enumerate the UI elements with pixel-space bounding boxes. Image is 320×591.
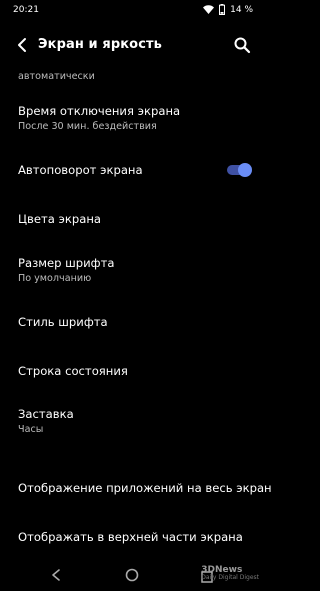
nav-back-icon[interactable] xyxy=(50,567,62,586)
setting-subtitle: После 30 мин. бездействия xyxy=(18,121,157,132)
watermark-logo: 3DNews Daily Digital Digest xyxy=(201,566,259,582)
setting-subtitle: По умолчанию xyxy=(18,273,92,284)
partial-item-subtitle: автоматически xyxy=(18,71,95,82)
setting-top-display[interactable]: Отображать в верхней части экрана xyxy=(18,530,258,544)
back-arrow-icon[interactable] xyxy=(14,37,34,53)
battery-percent: 14 % xyxy=(230,4,253,15)
setting-title: Строка состояния xyxy=(18,364,128,378)
battery-icon xyxy=(219,4,226,15)
setting-title: Время отключения экрана xyxy=(18,104,181,118)
status-icons: 14 % xyxy=(203,4,253,15)
setting-subtitle: Часы xyxy=(18,424,44,435)
setting-fullscreen-apps[interactable]: Отображение приложений на весь экран xyxy=(18,481,272,495)
setting-title: Цвета экрана xyxy=(18,212,102,226)
toolbar: Экран и яркость xyxy=(0,30,265,60)
search-icon[interactable] xyxy=(233,36,251,54)
status-bar: 20:21 14 % xyxy=(0,0,265,20)
setting-font-style[interactable]: Стиль шрифта xyxy=(18,315,258,329)
setting-title: Стиль шрифта xyxy=(18,315,108,329)
setting-status-bar[interactable]: Строка состояния xyxy=(18,364,258,378)
setting-font-size[interactable]: Размер шрифта По умолчанию xyxy=(18,256,258,285)
page-title: Экран и яркость xyxy=(38,37,162,52)
setting-screensaver[interactable]: Заставка Часы xyxy=(18,407,258,436)
setting-title: Заставка xyxy=(18,407,74,421)
wifi-icon xyxy=(203,5,215,14)
setting-title: Отображение приложений на весь экран xyxy=(18,481,272,495)
navigation-bar: 3DNews Daily Digital Digest xyxy=(0,557,265,591)
status-time: 20:21 xyxy=(13,5,39,15)
setting-title: Автоповорот экрана xyxy=(18,163,143,177)
setting-auto-rotate[interactable]: Автоповорот экрана xyxy=(18,163,258,177)
setting-title: Отображать в верхней части экрана xyxy=(18,530,243,544)
setting-screen-colors[interactable]: Цвета экрана xyxy=(18,212,258,226)
nav-home-icon[interactable] xyxy=(125,567,139,586)
toggle-thumb xyxy=(238,163,252,177)
auto-rotate-toggle[interactable] xyxy=(227,163,252,177)
setting-screen-timeout[interactable]: Время отключения экрана После 30 мин. бе… xyxy=(18,104,258,133)
setting-title: Размер шрифта xyxy=(18,256,115,270)
watermark-tagline: Daily Digital Digest xyxy=(201,574,259,581)
